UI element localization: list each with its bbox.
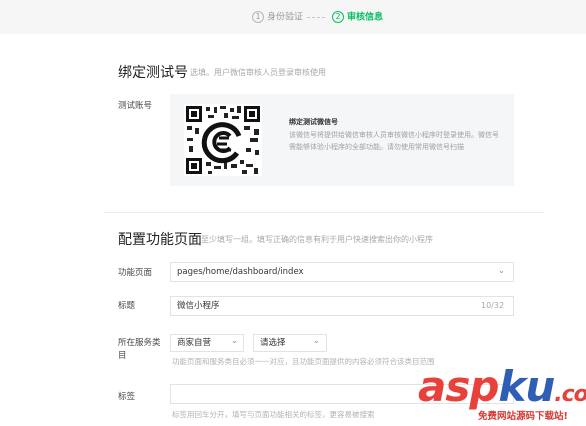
step-number-2: 2 <box>332 11 344 23</box>
test-account-label: 测试账号 <box>118 101 153 111</box>
step-number-1: 1 <box>252 11 264 23</box>
tags-hint: 标签用回车分开，填写与页面功能相关的标签，更容易被搜索 <box>172 410 375 419</box>
qr-code-icon[interactable] <box>184 104 262 176</box>
step-identity-verify: 1 身份验证 <box>252 11 303 24</box>
feature-page-select[interactable]: pages/home/dashboard/index <box>170 262 514 282</box>
step-connector <box>307 17 325 18</box>
service-category-label: 所在服务类目 <box>118 338 161 361</box>
step-label-1: 身份验证 <box>267 12 304 23</box>
watermark-ku: ku <box>498 362 555 411</box>
step-review-info: 2 审核信息 <box>332 11 383 24</box>
chevron-down-icon: ⌄ <box>231 336 238 345</box>
qr-description: 该微信号将提供给微信审核人员审核微信小程序时登录使用。微信号需能够体验小程序的全… <box>289 131 499 151</box>
title-char-counter: 10/32 <box>481 301 505 310</box>
title-input[interactable]: 微信小程序 <box>170 296 514 316</box>
step-label-2: 审核信息 <box>347 12 384 23</box>
chevron-down-icon: ⌄ <box>313 336 320 345</box>
category-hint: 功能页面和服务类目必须一一对应，且功能页面提供的内容必须符合该类目范围 <box>172 357 435 366</box>
config-pages-title: 配置功能页面 <box>118 232 202 248</box>
feature-page-label: 功能页面 <box>118 268 153 278</box>
config-pages-hint: 至少填写一组。填写正确的信息有利于用户快速搜索出你的小程序 <box>201 235 433 244</box>
chevron-down-icon: ⌄ <box>498 266 505 275</box>
tags-label: 标签 <box>118 392 136 402</box>
bind-tester-hint: 选填。用户微信审核人员登录审核使用 <box>190 68 326 77</box>
title-label: 标题 <box>118 301 136 311</box>
watermark-subtitle: 免费网站源码下载站! <box>478 411 568 422</box>
bind-tester-title: 绑定测试号 <box>118 65 188 81</box>
section-divider <box>104 212 544 213</box>
watermark-domain: .com <box>554 382 586 407</box>
qr-title: 绑定测试微信号 <box>289 118 338 126</box>
watermark-asp: asp <box>418 362 499 411</box>
